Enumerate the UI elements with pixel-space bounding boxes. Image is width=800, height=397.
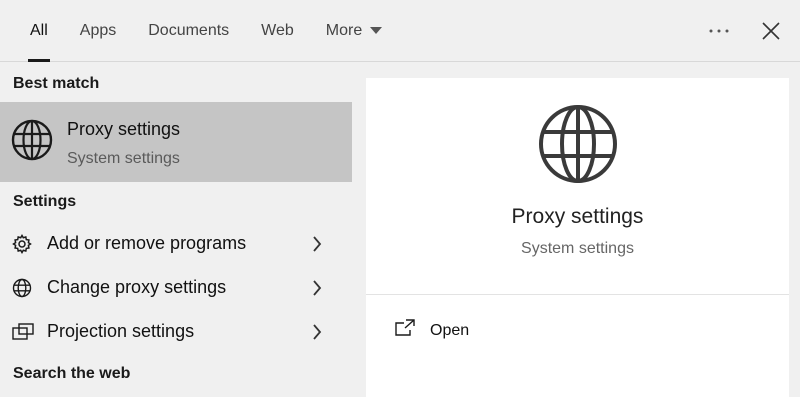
search-filter-bar: All Apps Documents Web More bbox=[0, 0, 800, 62]
tab-label: Apps bbox=[79, 22, 117, 39]
result-title: Proxy settings bbox=[67, 119, 181, 139]
tab-label: More bbox=[325, 22, 363, 39]
more-options-button[interactable] bbox=[704, 16, 734, 46]
globe-icon bbox=[12, 278, 32, 303]
tab-label: All bbox=[30, 22, 48, 39]
open-button[interactable]: Open bbox=[394, 318, 594, 346]
result-subtitle: System settings bbox=[67, 150, 180, 167]
filter-tabs: All Apps Documents Web More bbox=[14, 0, 398, 62]
tab-web[interactable]: Web bbox=[245, 0, 310, 62]
preview-pane: Proxy settings System settings Open bbox=[366, 78, 789, 397]
open-label: Open bbox=[430, 322, 470, 339]
results-list: Best match Proxy settings System setting… bbox=[0, 63, 352, 397]
tab-apps[interactable]: Apps bbox=[64, 0, 132, 62]
chevron-right-icon[interactable] bbox=[312, 280, 322, 301]
tab-label: Web bbox=[261, 22, 294, 39]
result-label: Add or remove programs bbox=[47, 233, 247, 253]
divider bbox=[366, 294, 789, 295]
globe-icon bbox=[11, 119, 53, 166]
settings-result-change-proxy[interactable]: Change proxy settings bbox=[0, 266, 352, 310]
preview-subtitle: System settings bbox=[521, 240, 634, 257]
preview-title: Proxy settings bbox=[511, 205, 644, 228]
result-label: Projection settings bbox=[47, 321, 195, 341]
globe-icon bbox=[537, 103, 619, 190]
section-best-match: Best match bbox=[13, 75, 100, 92]
chevron-right-icon[interactable] bbox=[312, 324, 322, 345]
best-match-result[interactable]: Proxy settings System settings bbox=[0, 102, 352, 182]
settings-result-projection[interactable]: Projection settings bbox=[0, 310, 352, 354]
result-label: Change proxy settings bbox=[47, 277, 227, 297]
gear-icon bbox=[12, 234, 32, 259]
close-icon bbox=[762, 22, 780, 40]
tab-label: Documents bbox=[148, 22, 230, 39]
tab-more[interactable]: More bbox=[310, 0, 398, 62]
chevron-right-icon[interactable] bbox=[312, 236, 322, 257]
section-settings: Settings bbox=[13, 193, 77, 210]
close-button[interactable] bbox=[756, 16, 786, 46]
tab-documents[interactable]: Documents bbox=[132, 0, 245, 62]
open-icon bbox=[394, 318, 416, 345]
caret-down-icon bbox=[370, 27, 383, 35]
ellipsis-icon bbox=[709, 29, 729, 33]
projector-icon bbox=[12, 322, 34, 347]
section-search-web: Search the web bbox=[13, 365, 131, 382]
settings-result-add-remove-programs[interactable]: Add or remove programs bbox=[0, 222, 352, 266]
tab-all[interactable]: All bbox=[14, 0, 64, 62]
